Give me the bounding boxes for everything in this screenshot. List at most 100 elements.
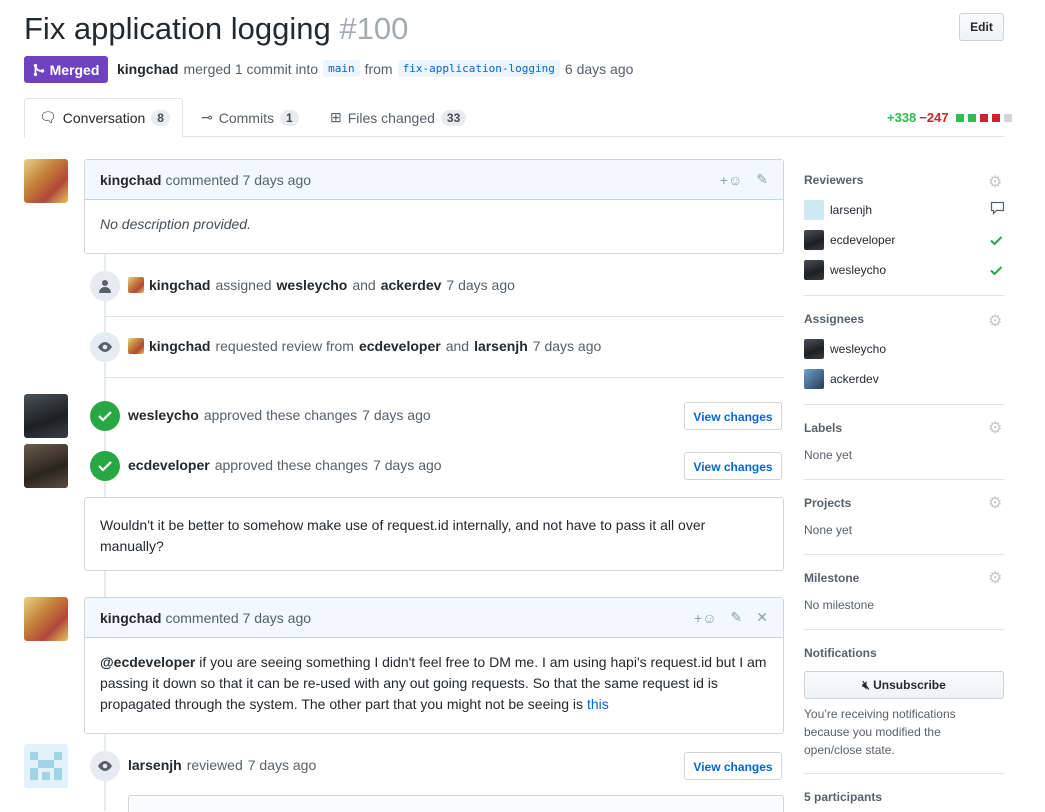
check-icon — [90, 401, 120, 431]
event-time[interactable]: 7 days ago — [446, 277, 515, 293]
reviewers-gear-icon[interactable]: ⚙ — [988, 172, 1002, 192]
unsubscribe-label: Unsubscribe — [873, 678, 946, 692]
diffstat: +338 −247 — [887, 110, 1012, 125]
event-time[interactable]: 7 days ago — [373, 457, 442, 473]
edit-pencil-icon[interactable]: ✎ — [731, 609, 743, 626]
merged-badge: Merged — [24, 56, 108, 83]
labels-gear-icon[interactable]: ⚙ — [988, 418, 1002, 438]
divider — [104, 377, 784, 378]
mute-icon: 🔇︎ — [862, 678, 870, 692]
review-request-event: kingchad requested review from ecdevelop… — [128, 338, 601, 354]
view-changes-button[interactable]: View changes — [684, 402, 782, 430]
divider — [804, 554, 1004, 555]
comment-author[interactable]: kingchad — [100, 172, 161, 188]
from-text: from — [364, 60, 393, 77]
comment-author[interactable]: kingchad — [100, 610, 161, 626]
reviewer-item[interactable]: larsenjh — [804, 200, 872, 220]
event-time[interactable]: 7 days ago — [533, 338, 602, 354]
avatar — [804, 260, 824, 280]
tab-counter: 33 — [440, 109, 467, 126]
pr-number: #100 — [339, 11, 409, 46]
head-branch[interactable]: fix-application-logging — [397, 60, 560, 77]
merged-time: 6 days ago — [564, 60, 634, 77]
comment-body: No description provided. — [100, 216, 251, 232]
assignee-name: ackerdev — [830, 372, 879, 386]
check-icon — [990, 263, 1003, 279]
unsubscribe-button[interactable]: 🔇︎ Unsubscribe — [804, 671, 1004, 699]
reviewers-heading: Reviewers — [804, 173, 864, 187]
tab-files-changed[interactable]: ⊞ Files changed 33 — [330, 109, 467, 126]
notifications-heading: Notifications — [804, 646, 877, 660]
edit-pencil-icon[interactable]: ✎ — [756, 171, 768, 188]
tab-conversation[interactable]: 🗨 Conversation 8 — [39, 109, 170, 126]
inline-link[interactable]: this — [587, 696, 609, 712]
pr-author[interactable]: kingchad — [117, 61, 178, 77]
event-actor[interactable]: larsenjh — [128, 757, 182, 773]
milestone-gear-icon[interactable]: ⚙ — [988, 568, 1002, 588]
deletions-count: −247 — [919, 110, 949, 125]
close-icon[interactable]: ✕ — [756, 609, 768, 626]
milestone-heading: Milestone — [804, 571, 860, 585]
avatar[interactable] — [24, 444, 68, 488]
view-changes-button[interactable]: View changes — [684, 752, 782, 780]
tab-label: Conversation — [62, 109, 146, 126]
avatar[interactable] — [24, 597, 68, 641]
reviewer-item[interactable]: wesleycho — [804, 260, 886, 280]
file-diff-icon: ⊞ — [330, 109, 342, 125]
event-time[interactable]: 7 days ago — [362, 407, 431, 423]
conversation-icon: 🗨 — [39, 109, 57, 125]
avatar[interactable] — [128, 277, 144, 293]
comment-header: kingchad commented 7 days ago +☺ ✎ — [85, 160, 783, 200]
add-reaction-icon[interactable]: +☺ — [720, 172, 742, 188]
divider — [104, 316, 784, 317]
projects-heading: Projects — [804, 496, 852, 510]
avatar[interactable] — [128, 338, 144, 354]
view-changes-button[interactable]: View changes — [684, 452, 782, 480]
event-actor[interactable]: ecdeveloper — [128, 457, 210, 473]
mention-link[interactable]: @ecdeveloper — [100, 654, 195, 670]
event-time[interactable]: 7 days ago — [248, 757, 317, 773]
comment-time[interactable]: 7 days ago — [243, 172, 312, 188]
edit-button[interactable]: Edit — [959, 13, 1004, 41]
comment-time[interactable]: 7 days ago — [243, 610, 312, 626]
assignee-name: wesleycho — [830, 342, 887, 356]
event-actor[interactable]: kingchad — [149, 277, 210, 293]
review-comment-body: Wouldn't it be better to somehow make us… — [100, 517, 706, 554]
reviewer-item[interactable]: ecdeveloper — [804, 230, 895, 250]
participants-count: 5 participants — [804, 790, 883, 804]
assignee-item[interactable]: wesleycho — [804, 339, 886, 359]
approve-event: ecdeveloper approved these changes 7 day… — [128, 457, 442, 473]
tab-counter: 1 — [279, 109, 299, 126]
comment: kingchad commented 7 days ago +☺ ✎ ✕ @ec… — [84, 597, 784, 734]
avatar — [804, 339, 824, 359]
diffstat-block-del — [979, 113, 988, 122]
comment: kingchad commented 7 days ago +☺ ✎ No de… — [84, 159, 784, 254]
event-user[interactable]: ackerdev — [381, 277, 442, 293]
event-user[interactable]: ecdeveloper — [359, 338, 441, 354]
avatar[interactable] — [24, 394, 68, 438]
avatar[interactable] — [24, 744, 68, 788]
event-actor[interactable]: kingchad — [149, 338, 210, 354]
event-user[interactable]: wesleycho — [277, 277, 348, 293]
base-branch[interactable]: main — [323, 60, 360, 77]
merged-label: Merged — [49, 61, 100, 78]
projects-gear-icon[interactable]: ⚙ — [988, 493, 1002, 513]
reviewer-name: ecdeveloper — [830, 233, 896, 247]
tab-label: Commits — [218, 109, 274, 126]
person-icon — [90, 271, 120, 301]
event-verb: approved these changes — [203, 407, 358, 423]
comment-body: @ecdeveloper if you are seeing something… — [85, 638, 783, 729]
avatar[interactable] — [24, 159, 68, 203]
assignees-gear-icon[interactable]: ⚙ — [988, 311, 1002, 331]
divider — [804, 295, 1004, 296]
add-reaction-icon[interactable]: +☺ — [694, 610, 716, 626]
assignee-item[interactable]: ackerdev — [804, 369, 879, 389]
event-verb: assigned — [215, 277, 272, 293]
merged-text: merged 1 commit into — [183, 60, 319, 77]
event-user[interactable]: larsenjh — [474, 338, 528, 354]
tab-commits[interactable]: ⊸ Commits 1 — [201, 109, 299, 126]
event-actor[interactable]: wesleycho — [128, 407, 199, 423]
divider — [804, 479, 1004, 480]
comment-action: commented — [165, 171, 239, 188]
diffstat-block-neutral — [1003, 113, 1012, 122]
